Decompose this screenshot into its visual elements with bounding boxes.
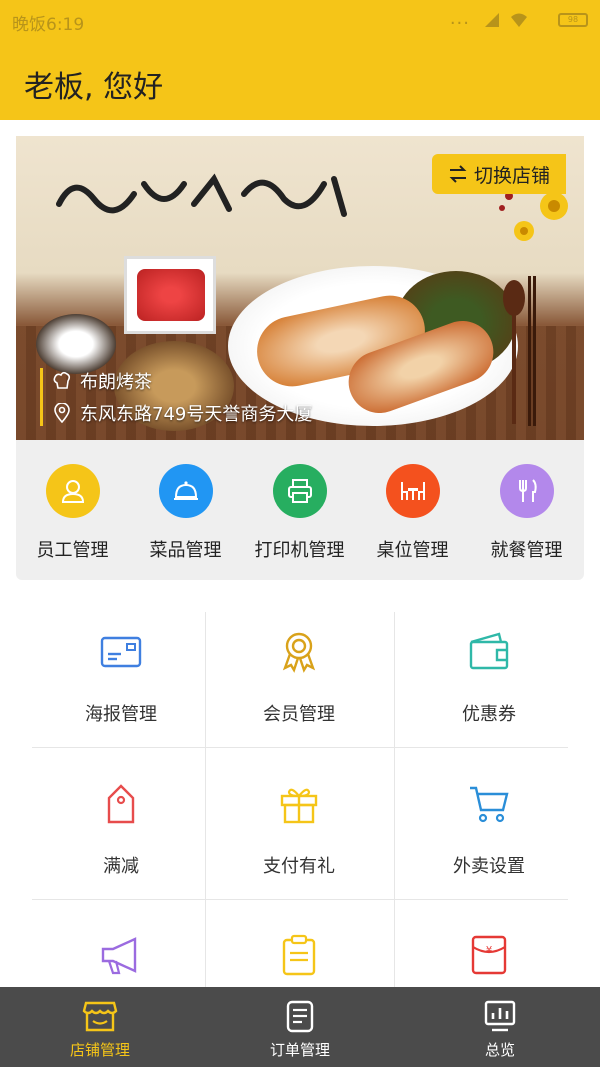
tab-store-management[interactable]: 店铺管理 bbox=[0, 987, 200, 1067]
quick-action-printer[interactable]: 打印机管理 bbox=[243, 464, 356, 562]
tab-label: 订单管理 bbox=[269, 1041, 330, 1059]
quick-actions: 员工管理 菜品管理 打印机管理 桌位管理 就餐管理 bbox=[16, 440, 584, 580]
grid-divider bbox=[32, 899, 568, 900]
switch-store-button[interactable]: 切换店铺 bbox=[432, 154, 566, 194]
spoon-chopsticks bbox=[503, 276, 536, 426]
rice-cake-bowl bbox=[36, 314, 116, 374]
feature-takeout[interactable]: 外卖设置 bbox=[400, 764, 578, 898]
battery-icon: 98 bbox=[558, 13, 588, 27]
feature-coupon[interactable]: 优惠券 bbox=[400, 612, 578, 746]
app-header: 老板, 您好 bbox=[0, 40, 600, 120]
quick-action-dishes[interactable]: 菜品管理 bbox=[129, 464, 242, 562]
wallet-icon bbox=[469, 632, 509, 670]
red-envelope-icon: ¥ bbox=[471, 935, 507, 975]
feature-label: 海报管理 bbox=[85, 704, 157, 725]
store-address-row: 东风东路749号天誉商务大厦 bbox=[40, 400, 312, 426]
feature-label: 优惠券 bbox=[462, 704, 516, 725]
fork-knife-icon bbox=[499, 464, 554, 518]
feature-pay-gift[interactable]: 支付有礼 bbox=[210, 764, 388, 898]
feature-members[interactable]: 会员管理 bbox=[210, 612, 388, 746]
dashboard-chart-icon bbox=[484, 1000, 516, 1032]
page-title: 老板, 您好 bbox=[24, 70, 164, 105]
signal-icon bbox=[485, 13, 499, 27]
calligraphy-art bbox=[56, 173, 347, 217]
feature-poster[interactable]: 海报管理 bbox=[32, 612, 210, 746]
chef-hat-icon bbox=[53, 371, 71, 389]
printer-icon bbox=[272, 464, 327, 518]
bottom-tab-bar: 店铺管理 订单管理 总览 bbox=[0, 987, 600, 1067]
feature-label: 满减 bbox=[103, 856, 139, 877]
price-tag-icon bbox=[107, 784, 135, 824]
quick-action-tables[interactable]: 桌位管理 bbox=[356, 464, 469, 562]
feature-label: 外卖设置 bbox=[453, 856, 525, 877]
store-name-row: 布朗烤茶 bbox=[40, 368, 152, 394]
quick-action-label: 桌位管理 bbox=[376, 540, 449, 561]
store-banner[interactable]: 切换店铺 布朗烤茶 东风东路749号天誉商务大厦 bbox=[16, 136, 584, 440]
gift-icon bbox=[280, 788, 318, 824]
quick-action-label: 打印机管理 bbox=[254, 540, 345, 561]
poster-card-icon bbox=[100, 636, 142, 668]
quick-action-dining[interactable]: 就餐管理 bbox=[470, 464, 583, 562]
feature-discount[interactable]: 满减 bbox=[32, 764, 210, 898]
svg-text:¥: ¥ bbox=[486, 945, 492, 956]
switch-store-label: 切换店铺 bbox=[473, 164, 550, 187]
megaphone-icon bbox=[101, 937, 137, 975]
tab-order-management[interactable]: 订单管理 bbox=[200, 987, 400, 1067]
status-time: 晚饭6:19 bbox=[12, 15, 85, 35]
tab-overview[interactable]: 总览 bbox=[400, 987, 600, 1067]
quick-action-label: 就餐管理 bbox=[490, 540, 563, 561]
order-list-icon bbox=[286, 1000, 314, 1033]
quick-action-staff[interactable]: 员工管理 bbox=[16, 464, 129, 562]
status-bar: 晚饭6:19 ... 98 bbox=[0, 0, 600, 40]
feature-label: 会员管理 bbox=[263, 704, 335, 725]
store-address: 东风东路749号天誉商务大厦 bbox=[80, 404, 313, 425]
member-badge-icon bbox=[282, 632, 316, 673]
grid-divider bbox=[32, 747, 568, 748]
cart-icon bbox=[470, 786, 509, 823]
staff-icon bbox=[45, 464, 100, 518]
status-dots: ... bbox=[449, 8, 470, 29]
kimchi-dish bbox=[124, 256, 216, 334]
feature-label: 支付有礼 bbox=[263, 856, 335, 877]
clipboard-icon bbox=[282, 934, 316, 976]
dish-cover-icon bbox=[158, 464, 213, 518]
swap-arrows-icon bbox=[449, 165, 467, 183]
wifi-icon bbox=[511, 13, 527, 27]
location-pin-icon bbox=[54, 403, 70, 423]
shop-icon bbox=[82, 1001, 118, 1032]
store-name: 布朗烤茶 bbox=[80, 372, 152, 393]
tab-label: 总览 bbox=[484, 1041, 515, 1059]
tab-label: 店铺管理 bbox=[69, 1041, 130, 1059]
feature-grid: 海报管理 会员管理 优惠券 满减 支付有礼 外卖设置 ¥ bbox=[32, 612, 568, 987]
quick-action-label: 菜品管理 bbox=[149, 540, 222, 561]
quick-action-label: 员工管理 bbox=[36, 540, 109, 561]
grid-divider bbox=[394, 612, 395, 987]
table-chairs-icon bbox=[385, 464, 440, 518]
